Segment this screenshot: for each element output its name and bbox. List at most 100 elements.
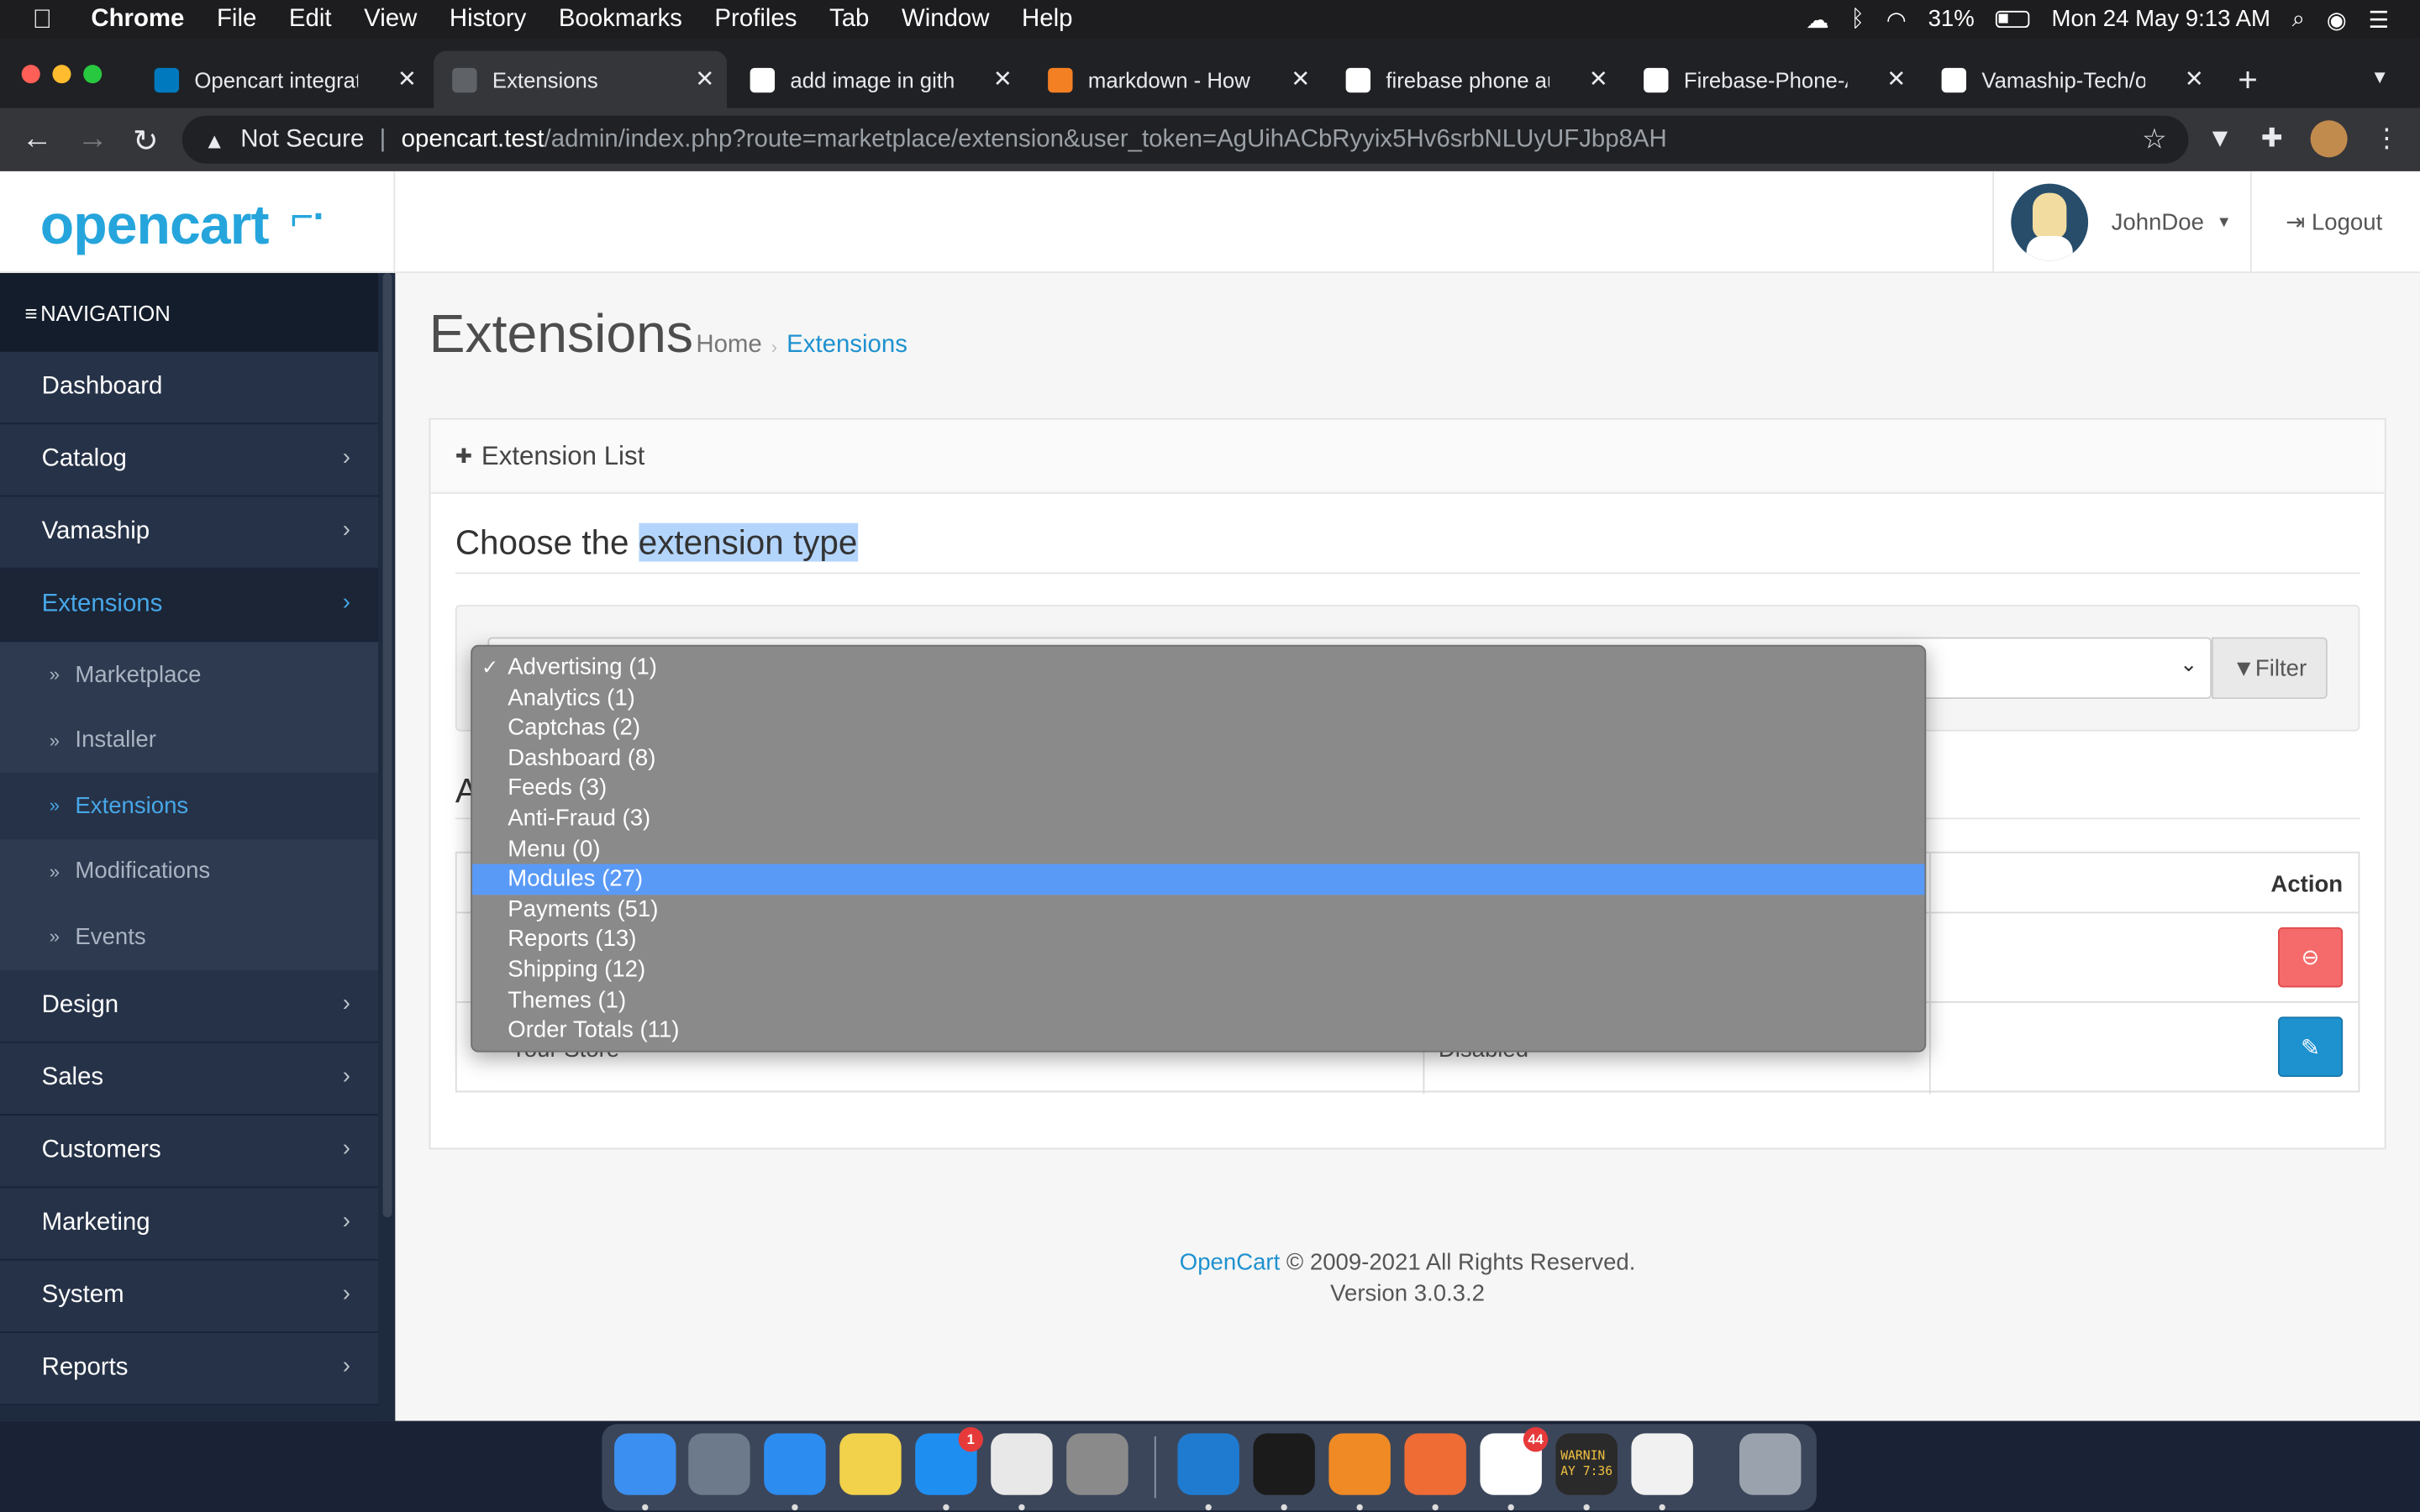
- sublime-icon[interactable]: [1328, 1433, 1391, 1495]
- scrollbar-thumb[interactable]: [382, 273, 392, 1218]
- sidebar-item-extensions[interactable]: Extensions ›: [0, 569, 378, 643]
- dropdown-option[interactable]: Modules (27): [472, 864, 1925, 895]
- close-tab-icon[interactable]: ✕: [397, 65, 417, 92]
- filter-button[interactable]: ▼ Filter: [2212, 637, 2328, 700]
- tab-6[interactable]: Vamaship-Tech/ope ✕: [1923, 51, 2217, 108]
- logout-link[interactable]: ⇥ Logout: [2286, 208, 2382, 236]
- sidebar-item-dashboard[interactable]: Dashboard: [0, 351, 378, 425]
- close-tab-icon[interactable]: ✕: [993, 65, 1013, 92]
- slack-icon[interactable]: 44: [1480, 1426, 1549, 1495]
- close-window-icon[interactable]: [21, 65, 40, 84]
- tab-search-icon[interactable]: ▼: [2370, 66, 2389, 88]
- dropdown-option[interactable]: Shipping (12): [472, 955, 1924, 985]
- control-center-icon[interactable]: ☰: [2369, 5, 2390, 33]
- tab-2[interactable]: add image in github ✕: [732, 51, 1025, 108]
- breadcrumb-home[interactable]: Home: [696, 332, 761, 360]
- dropdown-option[interactable]: Feeds (3): [472, 774, 1924, 804]
- close-tab-icon[interactable]: ✕: [1291, 65, 1310, 92]
- profile-avatar[interactable]: [2310, 120, 2348, 158]
- sidebar-item-modifications[interactable]: » Modifications: [0, 838, 378, 905]
- terminal-icon[interactable]: [1253, 1433, 1315, 1495]
- spotlight-icon[interactable]: ⌕: [2292, 6, 2305, 32]
- apple-icon[interactable]: : [33, 4, 64, 35]
- extension-type-dropdown[interactable]: ✓ Advertising (1) Analytics (1) Captchas (2…: [471, 644, 1927, 1053]
- menu-file[interactable]: File: [217, 5, 256, 33]
- trash-icon[interactable]: [1739, 1433, 1802, 1495]
- opencart-link[interactable]: OpenCart: [1180, 1250, 1280, 1276]
- zoom-window-icon[interactable]: [83, 65, 103, 84]
- chrome-menu-icon[interactable]: ⋮: [2374, 123, 2400, 155]
- reload-icon[interactable]: ↻: [133, 122, 159, 160]
- sidebar-item-installer[interactable]: » Installer: [0, 707, 378, 774]
- launchpad-icon[interactable]: [688, 1433, 750, 1495]
- clock[interactable]: Mon 24 May 9:13 AM: [2052, 6, 2270, 32]
- menu-history[interactable]: History: [450, 5, 526, 33]
- tab-3[interactable]: markdown - How to ✕: [1029, 51, 1323, 108]
- dropdown-option[interactable]: Menu (0): [472, 834, 1924, 864]
- sidebar-item-events[interactable]: » Events: [0, 904, 378, 970]
- security-label[interactable]: Not Secure: [240, 126, 364, 154]
- menu-app-name[interactable]: Chrome: [91, 5, 184, 33]
- vpn-extension-icon[interactable]: ▼: [2207, 123, 2233, 155]
- sidebar-item-sales[interactable]: Sales ›: [0, 1042, 378, 1116]
- close-tab-icon[interactable]: ✕: [1589, 65, 1608, 92]
- opencart-logo[interactable]: opencart ⌐·: [40, 193, 326, 258]
- menu-help[interactable]: Help: [1022, 5, 1072, 33]
- navigation-heading[interactable]: ≡ NAVIGATION: [0, 273, 378, 352]
- menu-window[interactable]: Window: [902, 5, 990, 33]
- dropdown-option[interactable]: Reports (13): [472, 925, 1924, 955]
- battery-icon[interactable]: [1996, 10, 2030, 29]
- uninstall-button[interactable]: ⊖: [2278, 927, 2344, 988]
- extensions-puzzle-icon[interactable]: ✚: [2261, 123, 2283, 155]
- sidebar-item-marketplace[interactable]: » Marketplace: [0, 642, 378, 708]
- postman-icon[interactable]: [1404, 1433, 1466, 1495]
- back-icon[interactable]: ←: [22, 122, 53, 157]
- notes-icon[interactable]: [839, 1433, 902, 1495]
- wifi-icon[interactable]: ◠: [1886, 5, 1907, 33]
- finder-icon[interactable]: [614, 1433, 676, 1495]
- tab-1[interactable]: Extensions ✕: [434, 50, 728, 108]
- tab-5[interactable]: Firebase-Phone-Au ✕: [1625, 51, 1918, 108]
- cloud-icon[interactable]: ☁: [1806, 5, 1829, 33]
- sidebar-item-extensions[interactable]: » Extensions: [0, 773, 378, 839]
- chrome-icon[interactable]: [991, 1433, 1053, 1495]
- minimize-window-icon[interactable]: [52, 65, 71, 84]
- tab-0[interactable]: Opencart integratio ✕: [136, 51, 429, 108]
- vscode-icon[interactable]: [1177, 1433, 1239, 1495]
- close-tab-icon[interactable]: ✕: [695, 65, 714, 92]
- menu-profiles[interactable]: Profiles: [714, 5, 797, 33]
- address-bar[interactable]: ▲ Not Secure | opencart.test /admin/inde…: [182, 115, 2189, 164]
- menu-edit[interactable]: Edit: [289, 5, 332, 33]
- dropdown-option[interactable]: Analytics (1): [472, 683, 1924, 713]
- document-icon[interactable]: [1631, 1433, 1693, 1495]
- close-tab-icon[interactable]: ✕: [2185, 65, 2204, 92]
- console-icon[interactable]: WARNIN AY 7:36: [1555, 1433, 1618, 1495]
- dropdown-option[interactable]: Captchas (2): [472, 713, 1924, 743]
- tab-4[interactable]: firebase phone auth ✕: [1328, 51, 1621, 108]
- safari-icon[interactable]: [764, 1433, 826, 1495]
- dropdown-option[interactable]: Themes (1): [472, 985, 1924, 1016]
- close-tab-icon[interactable]: ✕: [1886, 65, 1906, 92]
- sidebar-item-customers[interactable]: Customers ›: [0, 1115, 378, 1188]
- system-preferences-icon[interactable]: [1066, 1433, 1128, 1495]
- menu-bookmarks[interactable]: Bookmarks: [559, 5, 682, 33]
- dropdown-option[interactable]: ✓ Advertising (1): [472, 653, 1924, 683]
- sidebar-item-reports[interactable]: Reports ›: [0, 1332, 378, 1405]
- app-store-icon[interactable]: 1: [915, 1426, 983, 1495]
- forward-icon[interactable]: →: [77, 122, 108, 157]
- dropdown-option[interactable]: Payments (51): [472, 895, 1924, 925]
- new-tab-icon[interactable]: +: [2238, 60, 2258, 101]
- edit-button[interactable]: ✎: [2278, 1016, 2344, 1078]
- warning-icon[interactable]: ▲: [203, 128, 224, 152]
- dropdown-option[interactable]: Dashboard (8): [472, 743, 1924, 774]
- bookmark-star-icon[interactable]: ☆: [2142, 123, 2167, 156]
- siri-icon[interactable]: ◉: [2327, 5, 2347, 33]
- menu-tab[interactable]: Tab: [829, 5, 869, 33]
- sidebar-item-catalog[interactable]: Catalog ›: [0, 424, 378, 497]
- dropdown-option[interactable]: Anti-Fraud (3): [472, 804, 1924, 834]
- breadcrumb-current[interactable]: Extensions: [786, 332, 908, 360]
- user-menu[interactable]: JohnDoe ▼: [1992, 171, 2252, 274]
- menu-view[interactable]: View: [364, 5, 417, 33]
- dropdown-option[interactable]: Order Totals (11): [472, 1016, 1924, 1046]
- sidebar-item-vamaship[interactable]: Vamaship ›: [0, 496, 378, 570]
